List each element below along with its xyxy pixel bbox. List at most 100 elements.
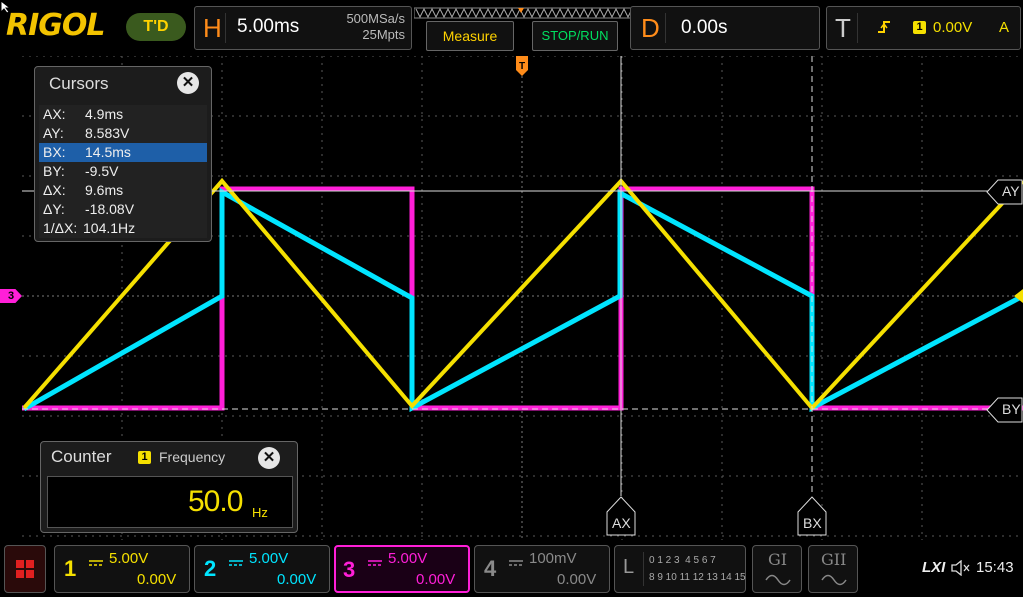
rising-edge-icon [877, 19, 891, 40]
channel-offset: 0.00V [416, 571, 456, 588]
cursor-ay-label: AY [1002, 183, 1020, 199]
counter-readout: 50.0 Hz [47, 476, 293, 528]
counter-unit: Hz [252, 505, 268, 520]
cursor-key: BY: [43, 163, 65, 179]
cursor-value: -18.08V [85, 201, 135, 217]
cursor-by-label: BY [1002, 401, 1021, 417]
cursor-ax-marker[interactable]: AX [606, 496, 636, 536]
cursor-key: 1/ΔX: [43, 220, 78, 236]
trigger-panel[interactable]: T 1 0.00V A [826, 6, 1021, 50]
sine-wave-icon [765, 573, 791, 591]
delay-value: 0.00s [681, 17, 728, 38]
cursor-key: ΔX: [43, 182, 66, 198]
generator-1-box[interactable]: GI [752, 545, 802, 593]
divider [857, 13, 858, 43]
trigger-letter: T [835, 13, 851, 43]
sample-rate: 500MSa/s [346, 11, 405, 26]
close-icon[interactable]: ✕ [258, 447, 280, 469]
cursor-value: -9.5V [85, 163, 119, 179]
logic-analyzer-box[interactable]: L 0 1 2 3 4 5 6 7 8 9 10 11 12 13 14 15 [614, 545, 746, 593]
cursor-value: 14.5ms [85, 144, 131, 160]
counter-value: 50.0 [188, 485, 243, 518]
logic-channels-row-2: 8 9 10 11 12 13 14 15 [649, 572, 746, 583]
logic-letter: L [623, 556, 635, 578]
counter-type-label: Frequency [159, 449, 226, 465]
trigger-source-badge: 1 [913, 21, 926, 34]
cursor-value: 8.583V [85, 125, 130, 141]
dc-coupling-icon [89, 554, 103, 572]
channel-offset: 0.00V [137, 571, 177, 588]
trigger-level-arrow-icon [1014, 289, 1023, 308]
close-icon[interactable]: ✕ [177, 72, 199, 94]
cursor-value: 4.9ms [85, 106, 124, 122]
delay-letter: D [641, 13, 660, 43]
cursor-bx-marker[interactable]: BX [797, 496, 827, 536]
cursor-row-ax[interactable]: AX: 4.9ms [39, 105, 207, 124]
acquisition-info: 500MSa/s 25Mpts [323, 11, 405, 43]
cursor-row-bx[interactable]: BX: 14.5ms [39, 143, 207, 162]
counter-title: Counter [51, 447, 112, 466]
cursor-row-delta-y[interactable]: ΔY: -18.08V [39, 200, 207, 219]
rigol-logo: RIGOL [6, 8, 106, 43]
cursor-key: BX: [43, 144, 66, 160]
cursor-row-inverse-delta-x[interactable]: 1/ΔX: 104.1Hz [39, 219, 207, 238]
channel-4-box[interactable]: 4 100mV 0.00V [474, 545, 610, 593]
channel-1-box[interactable]: 1 5.00V 0.00V [54, 545, 190, 593]
dc-coupling-icon [229, 554, 243, 572]
cursor-value: 9.6ms [85, 182, 124, 198]
sine-wave-icon [821, 573, 847, 591]
timebase-value: 5.00ms [237, 16, 300, 37]
menu-grid-icon[interactable] [4, 545, 46, 593]
channel-number: 3 [343, 557, 356, 582]
trigger-mode: A [999, 19, 1010, 36]
memory-depth: 25Mpts [362, 27, 405, 42]
channel-2-box[interactable]: 2 5.00V 0.00V [194, 545, 330, 593]
mode-badge[interactable]: T'D [126, 13, 186, 41]
delay-panel[interactable]: D 0.00s [630, 6, 820, 50]
channel-scale: 5.00V [388, 550, 428, 567]
stop-run-button[interactable]: STOP/RUN [532, 21, 618, 51]
cursor-key: ΔY: [43, 201, 65, 217]
channel-number: 2 [204, 556, 217, 581]
horizontal-panel[interactable]: H 5.00ms 500MSa/s 25Mpts [194, 6, 412, 50]
generator-1-label: GI [768, 550, 788, 569]
ch3-offset-marker[interactable]: 3 [0, 289, 22, 303]
channel-3-box[interactable]: 3 5.00V 0.00V [334, 545, 470, 593]
channel-scale: 5.00V [249, 550, 289, 567]
divider [643, 552, 644, 586]
divider [665, 13, 666, 43]
channel-scale: 100mV [529, 550, 577, 567]
channel-number: 1 [64, 556, 77, 581]
channel-number: 4 [484, 556, 497, 581]
speaker-mute-icon[interactable] [951, 559, 971, 581]
trigger-level: 0.00V [933, 19, 973, 36]
channel-offset: 0.00V [557, 571, 597, 588]
waveform-memory-strip [413, 6, 635, 19]
cursor-ax-label: AX [612, 515, 631, 531]
divider [225, 13, 226, 43]
cursors-panel[interactable]: Cursors ✕ AX: 4.9ms AY: 8.583V BX: 14.5ms B… [34, 66, 212, 242]
horizontal-letter: H [203, 13, 222, 43]
cursor-ay-marker[interactable]: AY [986, 179, 1023, 205]
counter-source-badge: 1 [138, 451, 151, 464]
channel-scale: 5.00V [109, 550, 149, 567]
lxi-logo: LXI [922, 559, 946, 576]
cursor-bx-label: BX [803, 515, 822, 531]
cursor-key: AY: [43, 125, 64, 141]
generator-2-box[interactable]: GII [808, 545, 858, 593]
cursors-title: Cursors [49, 74, 109, 93]
cursor-row-by[interactable]: BY: -9.5V [39, 162, 207, 181]
cursor-key: AX: [43, 106, 66, 122]
dc-coupling-icon [368, 554, 382, 572]
measure-button[interactable]: Measure [426, 21, 514, 51]
cursor-by-marker[interactable]: BY [986, 397, 1023, 423]
counter-panel[interactable]: Counter 1 Frequency ✕ 50.0 Hz [40, 441, 298, 533]
logic-channels-row-1: 0 1 2 3 4 5 6 7 [649, 555, 716, 566]
cursor-row-ay[interactable]: AY: 8.583V [39, 124, 207, 143]
generator-2-label: GII [821, 550, 847, 569]
svg-text:T: T [519, 61, 525, 72]
clock-time: 15:43 [976, 559, 1014, 576]
channel-offset: 0.00V [277, 571, 317, 588]
dc-coupling-icon [509, 554, 523, 572]
cursor-row-delta-x[interactable]: ΔX: 9.6ms [39, 181, 207, 200]
